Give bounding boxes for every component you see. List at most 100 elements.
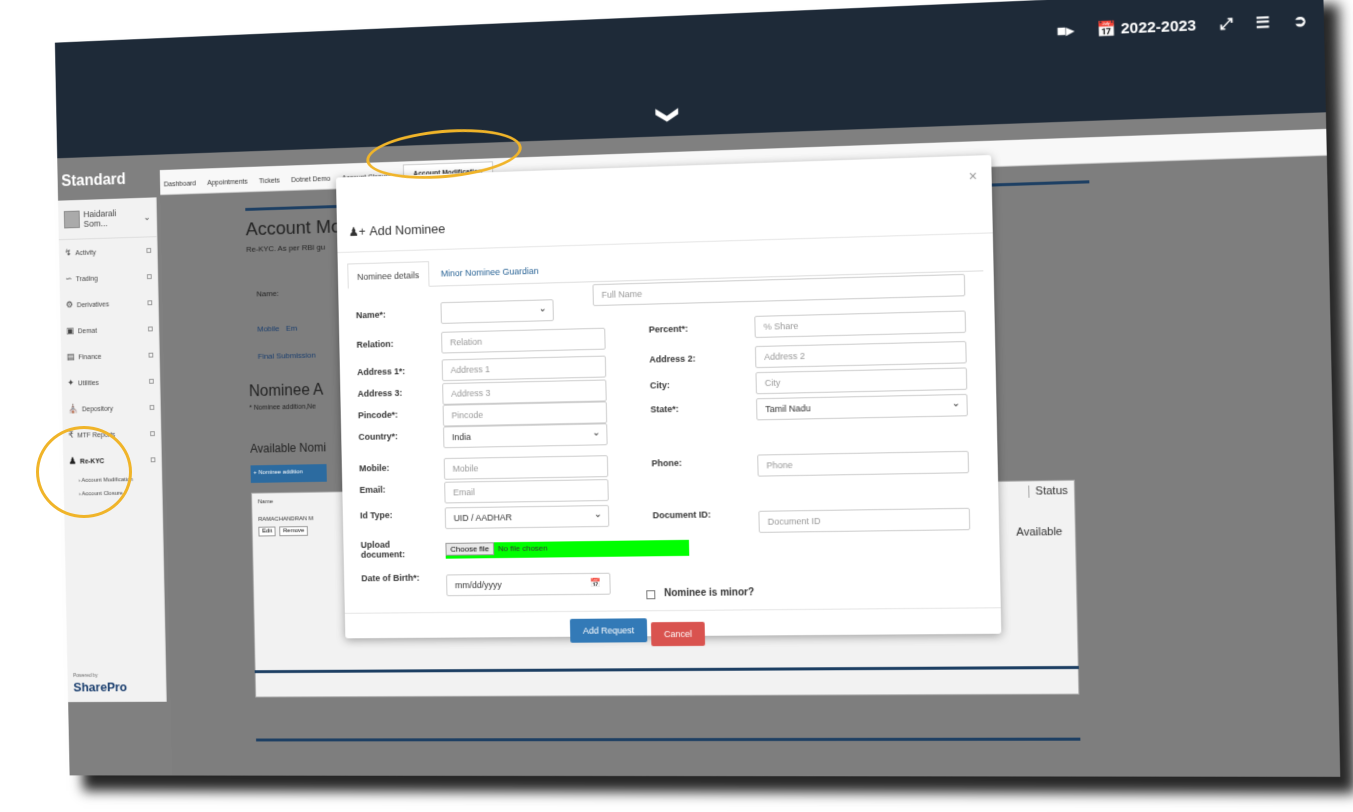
nominee-note: * Nominee addition,Ne (249, 403, 316, 412)
dob-placeholder: mm/dd/yyyy (454, 579, 502, 591)
phone-input[interactable]: Phone (757, 450, 970, 477)
sidebar-item-label: Demat (77, 327, 98, 336)
sharepro-logo: SharePro (73, 679, 128, 695)
sidebar-item-depository[interactable]: ⛪ Depository (62, 394, 160, 422)
sidebar-item-finance[interactable]: ▤ Finance (61, 342, 159, 370)
sidebar-item-utilities[interactable]: ✦ Utilities (61, 368, 159, 396)
document-upload-input[interactable]: Choose file No file chosen (445, 539, 690, 559)
remove-button[interactable]: Remove (279, 526, 309, 537)
chevron-down-icon: ⌄ (592, 427, 601, 439)
add-request-button[interactable]: Add Request (569, 618, 648, 643)
menu-icon[interactable]: ☰ (1255, 13, 1270, 32)
state-select[interactable]: Tamil Nadu ⌄ (756, 393, 968, 421)
document-id-label: Document ID: (652, 509, 711, 521)
tab-dotnet-demo[interactable]: Dotnet Demo (291, 176, 331, 190)
pincode-input[interactable]: Pincode (442, 401, 608, 427)
divider (344, 607, 1001, 614)
city-input[interactable]: City (755, 367, 968, 395)
sidebar-item-label: Activity (75, 249, 97, 258)
sidebar-item-trading[interactable]: ∽ Trading (59, 263, 157, 292)
calendar-icon[interactable]: 📅 (590, 578, 601, 589)
mobile-input[interactable]: Mobile (443, 455, 609, 480)
relation-label: Relation: (356, 338, 394, 350)
page-note: Re-KYC. As per RBI gu (246, 242, 326, 254)
sitemap-icon: ⚙ (65, 299, 74, 310)
percent-input[interactable]: % Share (754, 310, 967, 339)
sidebar-item-derivatives[interactable]: ⚙ Derivatives (60, 289, 158, 318)
year-label: 2022-2023 (1120, 17, 1197, 38)
upload-label-line2: document: (360, 549, 406, 560)
calendar-icon[interactable]: 📅 2022-2023 (1097, 16, 1197, 39)
row-actions: Edit Remove (258, 526, 310, 537)
expand-icon (146, 274, 152, 280)
tab-minor-nominee-guardian[interactable]: Minor Nominee Guardian (432, 258, 548, 287)
add-user-icon: ♟+ (348, 224, 366, 239)
nominee-heading: Nominee A (248, 381, 324, 401)
available-heading: Available Nomi (250, 440, 327, 456)
country-select[interactable]: India ⌄ (443, 423, 608, 449)
status-value: Available (1016, 525, 1063, 539)
expand-icon (150, 431, 155, 437)
fullscreen-icon[interactable]: ⤢ (1219, 15, 1232, 33)
nominee-minor-checkbox[interactable] (646, 590, 656, 600)
id-type-label: Id Type: (359, 510, 393, 521)
name-label: Name*: (355, 309, 386, 321)
expand-icon (147, 300, 153, 306)
chevron-down-icon[interactable]: ❯ (655, 105, 681, 124)
user-menu[interactable]: Haidarali Som... ⌄ (58, 197, 157, 241)
close-icon[interactable]: × (969, 168, 978, 185)
sidebar-item-activity[interactable]: ↯ Activity (59, 237, 157, 266)
email-input[interactable]: Email (444, 479, 609, 504)
logout-icon[interactable]: ➲ (1293, 11, 1307, 30)
mobile-label: Mobile: (359, 462, 390, 474)
avatar (63, 210, 80, 229)
address3-label: Address 3: (357, 387, 403, 399)
user-name: Haidarali Som... (83, 208, 117, 229)
cube-icon: ▣ (66, 325, 75, 336)
dob-input[interactable]: mm/dd/yyyy 📅 (446, 572, 611, 597)
id-type-select[interactable]: UID / AADHAR ⌄ (444, 504, 610, 530)
document-id-input[interactable]: Document ID (758, 507, 971, 533)
final-submission-link[interactable]: Final Submission (258, 351, 316, 361)
mobile-link[interactable]: Mobile (257, 324, 280, 333)
status-header: Status (1028, 484, 1068, 498)
nominee-minor-label: Nominee is minor? (664, 587, 755, 600)
tab-appointments[interactable]: Appointments (207, 179, 248, 193)
upload-label-line1: Upload (360, 539, 391, 550)
cancel-button[interactable]: Cancel (650, 621, 706, 647)
sidebar-item-label: Depository (81, 405, 114, 414)
address2-input[interactable]: Address 2 (754, 341, 967, 369)
sidebar-item-label: Derivatives (76, 301, 110, 310)
tab-nominee-details[interactable]: Nominee details (347, 261, 430, 290)
name-label: Name: (256, 289, 279, 299)
phone-label: Phone: (651, 457, 682, 469)
email-link[interactable]: Em (286, 324, 298, 333)
bolt-icon: ↯ (64, 247, 72, 258)
brand-title: Standard (61, 171, 126, 190)
no-file-text: No file chosen (497, 543, 548, 554)
tab-tickets[interactable]: Tickets (259, 178, 280, 191)
name-title-select[interactable]: ⌄ (440, 299, 554, 324)
dob-label: Date of Birth*: (361, 572, 420, 584)
sidebar-item-demat[interactable]: ▣ Demat (60, 316, 158, 345)
chevron-down-icon: ⌄ (143, 211, 151, 222)
edit-button[interactable]: Edit (258, 526, 276, 537)
highlight-circle (36, 426, 132, 518)
table-header: Name (257, 499, 274, 506)
expand-icon (148, 352, 154, 358)
relation-input[interactable]: Relation (441, 327, 606, 354)
city-label: City: (649, 380, 670, 391)
choose-file-button[interactable]: Choose file (445, 542, 495, 556)
address2-label: Address 2: (649, 353, 696, 365)
chevron-down-icon: ⌄ (538, 303, 547, 315)
nominee-addition-button[interactable]: + Nominee addition (250, 464, 327, 483)
page-title: Account Mo (245, 216, 342, 241)
table-row: RAMACHANDRAN M (258, 516, 314, 523)
video-icon[interactable]: ■▸ (1056, 21, 1075, 40)
modal-title: ♟+ Add Nominee (348, 221, 445, 239)
state-value: Tamil Nadu (765, 403, 811, 415)
powered-by: Powered by (73, 672, 98, 679)
tab-dashboard[interactable]: Dashboard (164, 180, 196, 194)
pincode-label: Pincode*: (357, 409, 399, 421)
address1-input[interactable]: Address 1 (441, 355, 607, 382)
